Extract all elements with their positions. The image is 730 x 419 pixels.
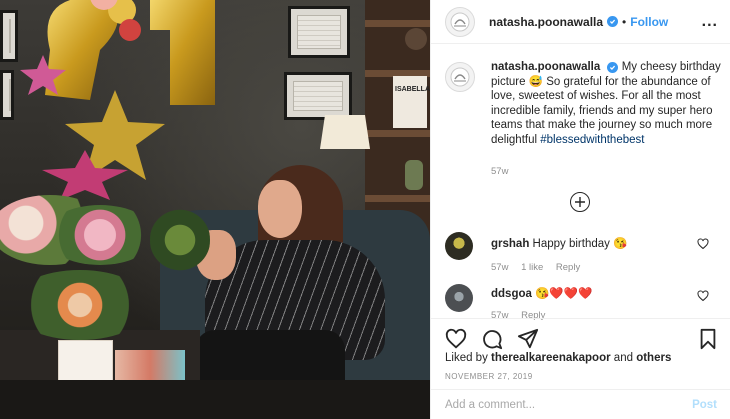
pink-star-balloon [42, 150, 128, 200]
woman-face [258, 180, 302, 238]
comment-text: 😘❤️❤️❤️ [535, 288, 593, 300]
post-button[interactable]: Post [692, 399, 717, 411]
comment: ddsgoa 😘❤️❤️❤️ 57w Reply [445, 284, 721, 321]
caption-time[interactable]: 57w [491, 166, 508, 177]
wall-frame [284, 72, 352, 120]
book-cover: ISABELLA [393, 76, 430, 128]
reply-button[interactable]: Reply [556, 262, 580, 273]
likes-and: and [613, 352, 633, 364]
comment-avatar[interactable] [445, 284, 473, 312]
verified-icon [607, 62, 619, 73]
flower-bouquet [10, 270, 150, 340]
avatar[interactable] [445, 6, 475, 37]
caption-username[interactable]: natasha.poonawalla [491, 61, 600, 73]
comment-likes[interactable]: 1 like [521, 262, 543, 273]
post-sidebar: natasha.poonawalla • Follow ... natasha.… [430, 0, 730, 419]
separator: • [622, 14, 627, 29]
avatar-logo-icon [450, 12, 470, 31]
shelf-vase [405, 160, 423, 190]
comment: grshah Happy birthday 😘 57w 1 like Reply [445, 232, 721, 273]
shelf-ornament [405, 28, 427, 50]
post-photo[interactable]: ISABELLA [0, 0, 430, 419]
book-title: ISABELLA [395, 86, 430, 93]
caption-text: natasha.poonawalla My cheesy birthday pi… [491, 60, 721, 147]
wall-frame [0, 10, 18, 62]
divider [431, 318, 730, 319]
heart-icon[interactable] [697, 238, 709, 250]
reply-button[interactable]: Reply [521, 310, 545, 321]
post-header: natasha.poonawalla • Follow ... [431, 0, 730, 44]
caption-avatar[interactable] [445, 62, 475, 92]
floor [0, 380, 430, 419]
lamp [320, 115, 370, 149]
comment-time[interactable]: 57w [491, 262, 508, 273]
caption-hashtag[interactable]: #blessedwiththebest [540, 134, 644, 146]
likes-summary: Liked by therealkareenakapoor and others [445, 352, 671, 364]
comment-text: Happy birthday 😘 [532, 238, 628, 250]
caption: natasha.poonawalla My cheesy birthday pi… [445, 60, 721, 147]
heart-icon[interactable] [697, 290, 709, 302]
post-date[interactable]: NOVEMBER 27, 2019 [445, 372, 533, 381]
likes-user[interactable]: therealkareenakapoor [491, 352, 611, 364]
more-icon[interactable]: ... [702, 13, 718, 31]
flower-bouquet [45, 205, 155, 265]
header-username[interactable]: natasha.poonawalla [489, 15, 603, 29]
likes-others[interactable]: others [636, 352, 671, 364]
verified-icon [607, 16, 619, 27]
wall-frame [288, 6, 350, 58]
pink-balloon [20, 55, 66, 95]
share-icon[interactable] [517, 328, 539, 350]
follow-button[interactable]: Follow [630, 15, 668, 29]
wall-frame [0, 70, 14, 120]
comment-avatar[interactable] [445, 232, 473, 260]
load-more-icon[interactable] [570, 192, 590, 212]
save-icon[interactable] [697, 328, 719, 350]
comment-input[interactable] [445, 398, 693, 411]
comment-username[interactable]: ddsgoa [491, 288, 532, 300]
add-comment-bar: Post [431, 389, 730, 419]
comment-username[interactable]: grshah [491, 238, 529, 250]
comment-time[interactable]: 57w [491, 310, 508, 321]
heart-icon[interactable] [445, 328, 467, 350]
plant [150, 200, 210, 280]
comment-icon[interactable] [481, 328, 503, 350]
likes-prefix: Liked by [445, 352, 488, 364]
avatar-logo-icon [450, 67, 470, 87]
